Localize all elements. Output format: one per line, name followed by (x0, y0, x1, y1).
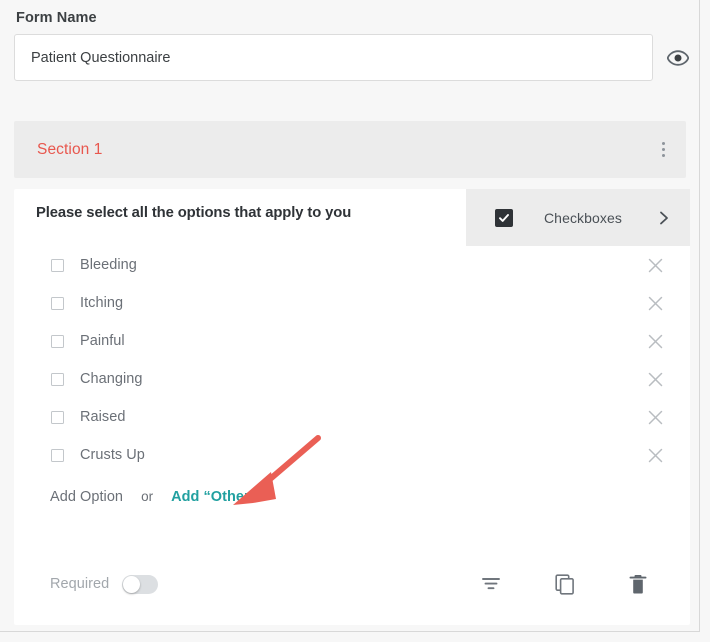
question-header: Please select all the options that apply… (14, 189, 690, 246)
close-icon (648, 296, 662, 310)
option-row[interactable]: Painful (14, 322, 690, 360)
section-menu-button[interactable] (652, 137, 674, 163)
option-remove-button[interactable] (645, 369, 665, 389)
section-header[interactable]: Section 1 (14, 121, 686, 178)
option-label: Itching (80, 295, 124, 311)
option-label: Painful (80, 333, 125, 349)
option-label: Raised (80, 409, 126, 425)
add-option-button[interactable]: Add Option (50, 489, 123, 505)
form-name-input[interactable] (14, 34, 653, 81)
option-label: Crusts Up (80, 447, 145, 463)
eye-icon (667, 49, 689, 66)
option-checkbox[interactable] (51, 448, 64, 462)
form-name-label: Form Name (16, 10, 97, 26)
more-vertical-icon-dot (661, 154, 665, 157)
option-remove-button[interactable] (645, 331, 665, 351)
section-title: Section 1 (37, 140, 103, 158)
question-card: Please select all the options that apply… (14, 189, 690, 625)
option-row[interactable]: Crusts Up (14, 436, 690, 474)
option-remove-button[interactable] (645, 293, 665, 313)
question-logic-button[interactable] (473, 569, 509, 599)
option-remove-button[interactable] (645, 445, 665, 465)
option-row[interactable]: Raised (14, 398, 690, 436)
required-toggle-knob (123, 575, 141, 593)
filter-icon (482, 578, 500, 590)
question-type-selector[interactable]: Checkboxes (466, 189, 690, 246)
more-vertical-icon-dot (661, 148, 665, 151)
option-remove-button[interactable] (645, 407, 665, 427)
close-icon (648, 372, 662, 386)
option-checkbox[interactable] (51, 372, 64, 386)
add-option-row: Add Option or Add “Other” (14, 489, 257, 505)
option-row[interactable]: Changing (14, 360, 690, 398)
add-option-separator: or (141, 489, 154, 504)
required-toggle[interactable] (122, 574, 159, 594)
question-title: Please select all the options that apply… (36, 205, 352, 221)
duplicate-question-button[interactable] (547, 569, 583, 599)
close-icon (648, 448, 662, 462)
more-vertical-icon-dot (661, 142, 665, 145)
add-other-link[interactable]: Add “Other” (171, 489, 257, 505)
close-icon (648, 258, 662, 272)
option-checkbox[interactable] (51, 296, 64, 310)
close-icon (648, 334, 662, 348)
required-label: Required (50, 576, 110, 592)
question-footer-toolbar: Required (14, 567, 690, 601)
trash-icon (629, 574, 647, 593)
option-checkbox[interactable] (51, 258, 64, 272)
option-row[interactable]: Itching (14, 284, 690, 322)
option-label: Changing (80, 371, 143, 387)
option-checkbox[interactable] (51, 334, 64, 348)
chevron-right-icon (659, 211, 669, 225)
option-label: Bleeding (80, 257, 137, 273)
option-checkbox[interactable] (51, 410, 64, 424)
option-remove-button[interactable] (645, 255, 665, 275)
options-list: Bleeding Itching Painful Changing Raised… (14, 246, 690, 474)
question-type-label: Checkboxes (543, 209, 623, 226)
form-builder-page: Form Name Section 1 Please select all th… (0, 0, 700, 632)
option-row[interactable]: Bleeding (14, 246, 690, 284)
preview-button[interactable] (667, 45, 689, 71)
form-name-row (14, 34, 689, 81)
delete-question-button[interactable] (620, 569, 656, 599)
close-icon (648, 410, 662, 424)
copy-icon (555, 573, 574, 595)
form-name-block: Form Name (14, 10, 689, 81)
